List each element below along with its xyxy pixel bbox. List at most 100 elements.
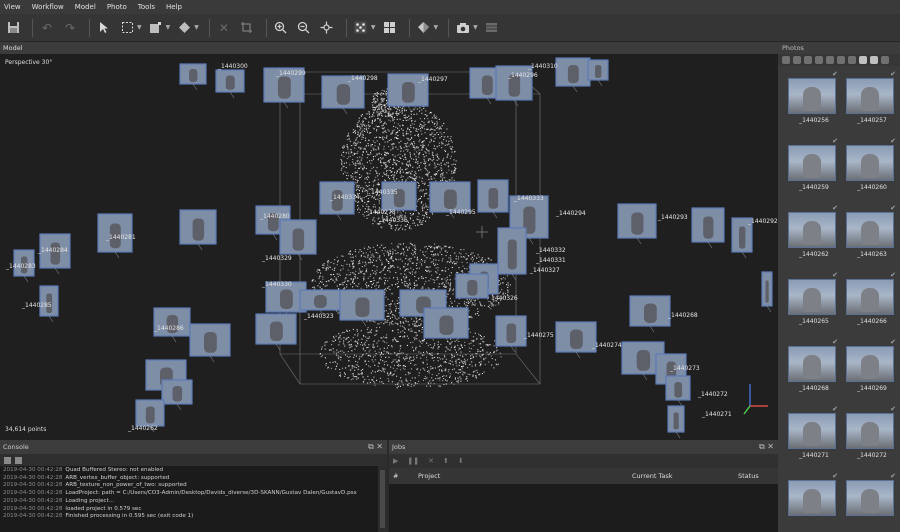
redo-icon[interactable]: ↷ — [61, 19, 79, 37]
menu-view[interactable]: View — [4, 3, 21, 11]
col-status[interactable]: Status — [738, 472, 759, 480]
points-count-label: 34,614 points — [5, 426, 47, 433]
console-log[interactable]: 2019-04-30 00:42:28 Quad Buffered Stereo:… — [0, 466, 378, 532]
photo-thumbnail[interactable]: ✔ _1440272 — [842, 401, 896, 459]
photos-grid[interactable]: ✔ _1440256 ✔ _1440257 ✔ _1440259 ✔ _1440260 ✔ _14… — [778, 66, 900, 532]
col-num[interactable]: # — [393, 472, 398, 480]
resize-region-icon[interactable] — [147, 19, 165, 37]
play-icon[interactable]: ▶ — [393, 457, 398, 465]
panel-float-close-icon[interactable]: ⧉ ✕ — [759, 440, 774, 454]
jobs-panel-title: Jobs ⧉ ✕ — [389, 440, 778, 454]
camera-direction-line — [445, 337, 451, 345]
stop-icon[interactable]: ✕ — [428, 457, 434, 465]
zoom-out-icon[interactable] — [295, 19, 313, 37]
photo-thumbnail[interactable]: ✔ _1440257 — [842, 66, 896, 124]
view-large-icon[interactable] — [859, 56, 867, 64]
camera-label: _1440273 — [669, 365, 700, 372]
crop-icon[interactable] — [238, 19, 256, 37]
move-up-icon[interactable]: ⬆ — [443, 457, 449, 465]
camera-thumbnail-bust — [280, 289, 293, 309]
photo-thumbnail[interactable]: ✔ _1440269 — [842, 334, 896, 392]
console-scrollbar[interactable] — [378, 466, 387, 532]
show-points-icon[interactable] — [352, 19, 370, 37]
camera-label: _1440262 — [127, 425, 158, 432]
scrollbar-thumb[interactable] — [380, 470, 385, 528]
photo-thumbnail[interactable]: ✔ _1440262 — [784, 200, 838, 258]
col-current-task[interactable]: Current Task — [632, 472, 673, 480]
camera-direction-line — [283, 101, 289, 109]
rectangle-selection-icon[interactable] — [118, 19, 136, 37]
photo-thumbnail[interactable]: ✔ _1440256 — [784, 66, 838, 124]
menu-help[interactable]: Help — [166, 3, 182, 11]
mask-icon[interactable] — [826, 56, 834, 64]
view-medium-icon[interactable] — [870, 56, 878, 64]
zoom-in-icon[interactable] — [272, 19, 290, 37]
col-project[interactable]: Project — [418, 472, 440, 480]
move-down-icon[interactable]: ⬇ — [458, 457, 464, 465]
menu-workflow[interactable]: Workflow — [32, 3, 64, 11]
save-icon[interactable] — [4, 19, 22, 37]
view-details-icon[interactable] — [881, 56, 889, 64]
menu-bar: View Workflow Model Photo Tools Help — [0, 0, 900, 14]
camera-thumbnail-bust — [636, 350, 651, 371]
reset-icon[interactable] — [837, 56, 845, 64]
photo-thumbnail[interactable]: ✔ _1440260 — [842, 133, 896, 191]
photo-label: _1440271 — [799, 452, 829, 459]
shading-icon[interactable] — [415, 19, 433, 37]
camera-direction-line — [510, 345, 516, 353]
photo-thumbnail[interactable]: ✔ — [842, 468, 896, 516]
photo-thumbnail[interactable]: ✔ _1440265 — [784, 267, 838, 325]
rotate-icon[interactable] — [804, 56, 812, 64]
navigation-icon[interactable] — [95, 19, 113, 37]
menu-model[interactable]: Model — [75, 3, 96, 11]
move-object-icon[interactable] — [318, 19, 336, 37]
sort-icon[interactable] — [848, 56, 856, 64]
log-timestamp: 2019-04-30 00:42:28 — [3, 490, 63, 497]
chevron-down-icon[interactable]: ▼ — [166, 24, 171, 31]
capture-view-icon[interactable] — [454, 19, 472, 37]
view-mode-label: Perspective 30° — [5, 59, 53, 66]
chevron-down-icon[interactable]: ▼ — [434, 24, 439, 31]
undo-icon[interactable]: ↶ — [38, 19, 56, 37]
photo-label: _1440263 — [857, 251, 887, 258]
jobs-table-body[interactable] — [389, 484, 778, 532]
grid-icon[interactable] — [483, 19, 501, 37]
menu-tools[interactable]: Tools — [138, 3, 155, 11]
rotate-region-icon[interactable] — [175, 19, 193, 37]
chevron-down-icon[interactable]: ▼ — [371, 24, 376, 31]
camera-direction-line — [741, 251, 747, 259]
photo-thumbnail[interactable]: ✔ _1440263 — [842, 200, 896, 258]
log-timestamp: 2019-04-30 00:42:28 — [3, 482, 63, 489]
camera-thumbnail-bust — [192, 218, 205, 241]
camera-thumbnail-bust — [355, 297, 370, 317]
chevron-down-icon[interactable]: ▼ — [473, 24, 478, 31]
camera-thumbnail-bust — [336, 84, 351, 105]
pause-icon[interactable]: ❚❚ — [407, 457, 419, 465]
menu-photo[interactable]: Photo — [107, 3, 127, 11]
model-panel-title: Model — [0, 42, 778, 54]
delete-icon[interactable]: ✕ — [215, 19, 233, 37]
photo-thumbnail[interactable]: ✔ _1440259 — [784, 133, 838, 191]
filter-icon[interactable] — [815, 56, 823, 64]
model-viewport[interactable]: _1440300 _1440299 _1440298 _1440297 _1440296… — [0, 54, 778, 440]
photo-thumbnail[interactable]: ✔ _1440271 — [784, 401, 838, 459]
scene-3d[interactable]: _1440300 _1440299 _1440298 _1440297 _1440296… — [0, 54, 778, 440]
camera-label: _1440300 — [217, 63, 248, 70]
remove-camera-icon[interactable] — [782, 56, 790, 64]
clear-log-icon[interactable] — [15, 456, 22, 464]
photo-label: _1440256 — [799, 117, 829, 124]
jobs-title: Jobs — [392, 443, 406, 451]
show-cameras-icon[interactable] — [381, 19, 399, 37]
camera-label: _1440332 — [535, 247, 566, 254]
photo-thumbnail[interactable]: ✔ — [784, 468, 838, 516]
settings-icon[interactable] — [793, 56, 801, 64]
camera-label: _1440268 — [667, 312, 698, 319]
photo-thumbnail[interactable]: ✔ _1440266 — [842, 267, 896, 325]
chevron-down-icon[interactable]: ▼ — [137, 24, 142, 31]
panel-float-close-icon[interactable]: ⧉ ✕ — [368, 440, 383, 454]
photo-thumbnail[interactable]: ✔ _1440268 — [784, 334, 838, 392]
chevron-down-icon[interactable]: ▼ — [194, 24, 199, 31]
bust-shape — [861, 87, 879, 111]
save-log-icon[interactable] — [4, 456, 11, 464]
camera-label: _1440336 — [377, 217, 408, 224]
